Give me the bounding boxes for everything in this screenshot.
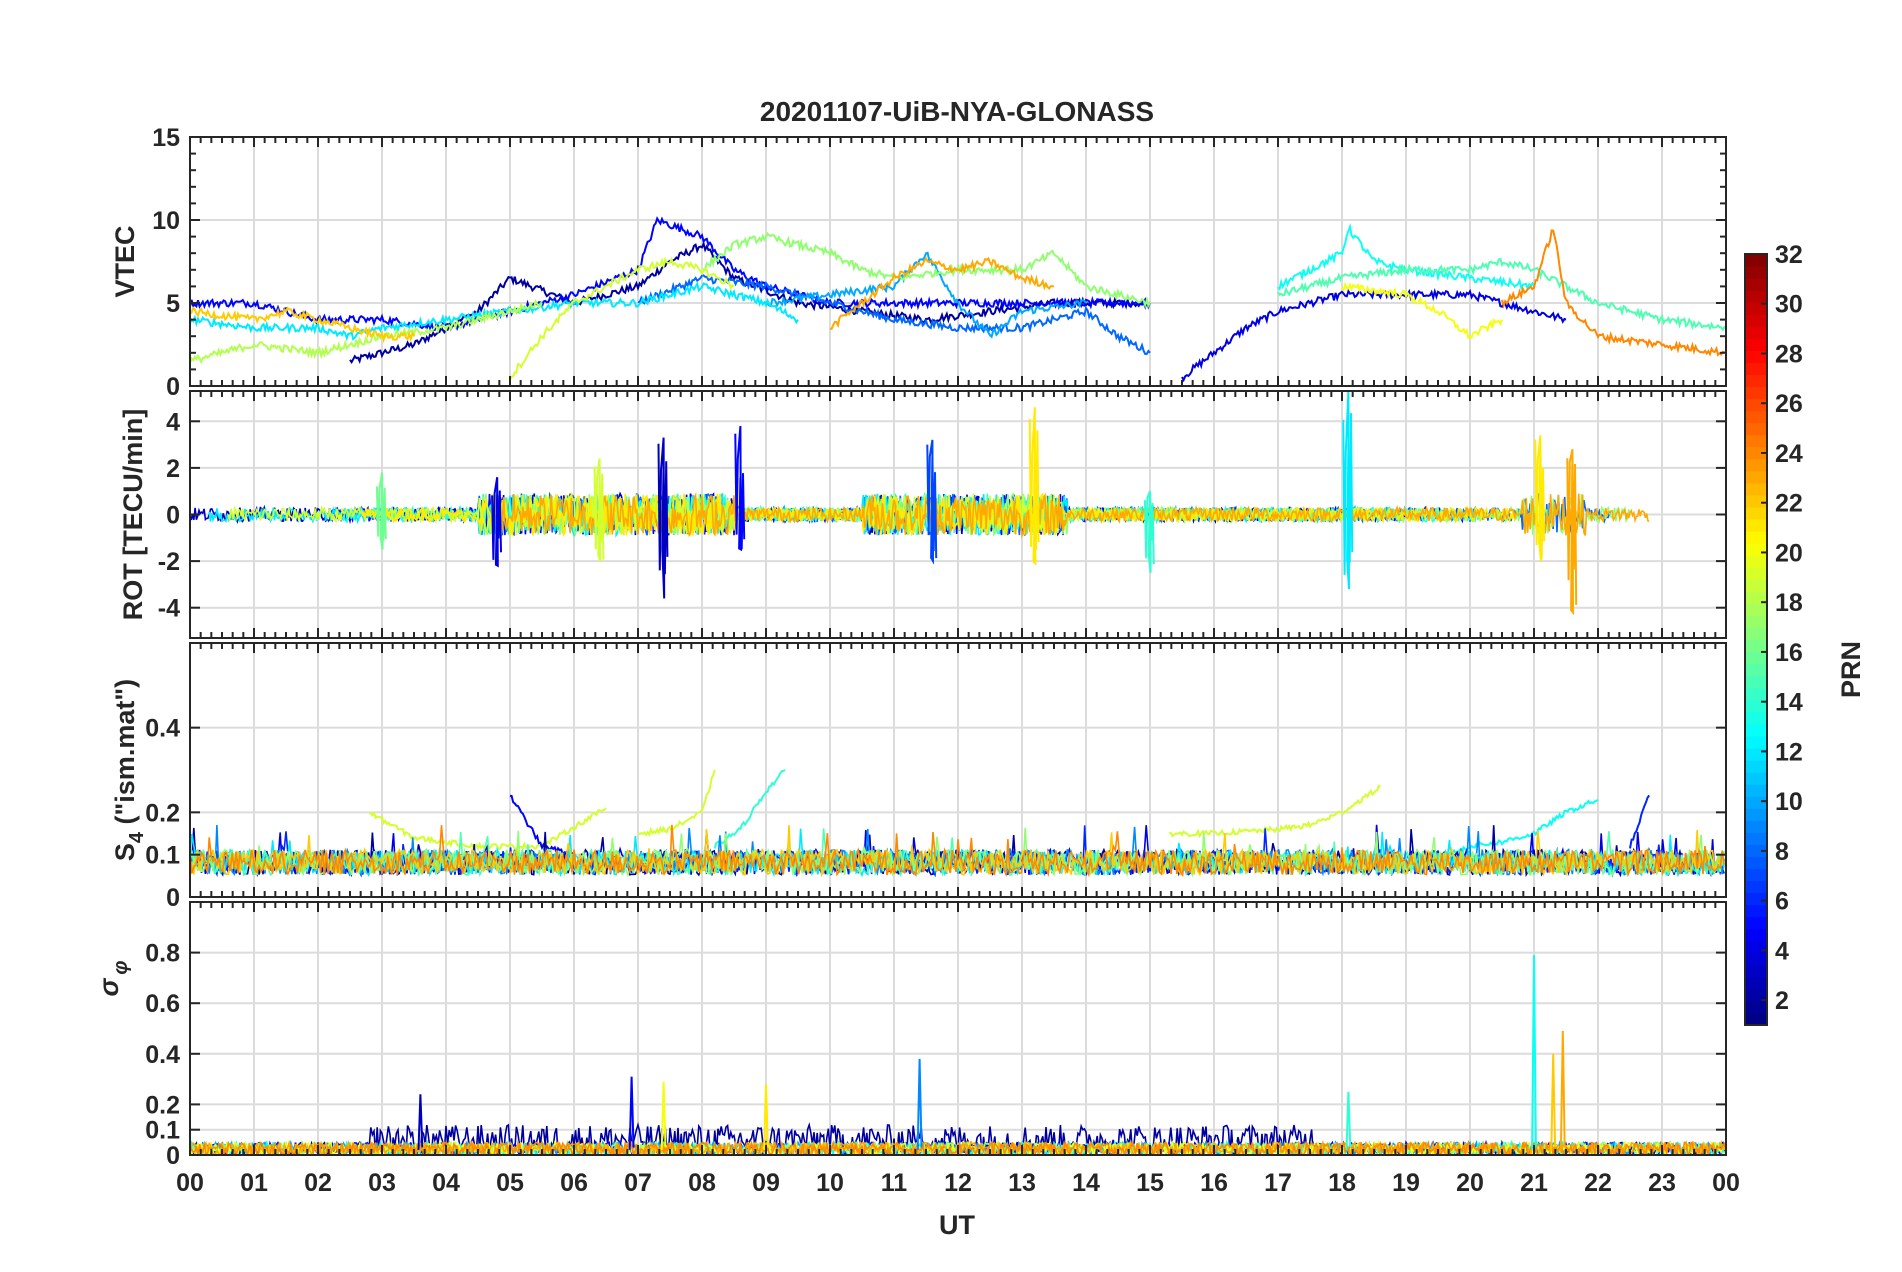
x-tick-label: 11 — [881, 1169, 908, 1197]
x-tick-label: 07 — [624, 1169, 652, 1197]
colorbar-tick-label: 12 — [1775, 738, 1803, 766]
colorbar: 2468101214161820222426283032PRN — [1744, 241, 1866, 1026]
x-tick-label: 08 — [688, 1169, 716, 1197]
y-tick-label: 10 — [152, 207, 180, 235]
x-tick-label: 04 — [432, 1169, 460, 1197]
panel-sigma_phi: 00.10.2 0.4 0.6 0.8 σφ — [94, 901, 1727, 1170]
y-tick-label: -2 — [158, 548, 180, 576]
y-axis-label: σφ — [94, 961, 132, 997]
colorbar-tick-label: 20 — [1775, 539, 1803, 567]
colorbar-tick-label: 32 — [1775, 241, 1803, 269]
colorbar-tick-label: 6 — [1775, 888, 1789, 916]
colorbar-tick-label: 30 — [1775, 291, 1803, 319]
x-tick-label: 06 — [560, 1169, 588, 1197]
colorbar-tick-label: 22 — [1775, 490, 1803, 518]
y-tick-label: 0.1 — [145, 842, 180, 870]
y-tick-label: 2 — [166, 455, 180, 483]
x-tick-label: 13 — [1008, 1169, 1036, 1197]
y-tick-label: 5 — [166, 290, 180, 318]
y-tick-label: 0 — [166, 884, 180, 912]
colorbar-tick-label: 10 — [1775, 788, 1803, 816]
y-axis-label: ROT [TECU/min] — [118, 409, 148, 620]
x-tick-label: 22 — [1584, 1169, 1612, 1197]
colorbar-tick-label: 26 — [1775, 390, 1803, 418]
chart: 20201107-UiB-NYA-GLONASS 051015VTEC-4-20… — [94, 96, 1866, 1240]
x-tick-label: 05 — [496, 1169, 524, 1197]
y-axis-label: VTEC — [110, 225, 140, 297]
y-tick-label: 0.8 — [145, 940, 180, 968]
colorbar-tick-label: 8 — [1775, 838, 1789, 866]
x-tick-label: 17 — [1264, 1169, 1292, 1197]
y-tick-label: 0.2 — [145, 1091, 180, 1119]
y-tick-label: 0.6 — [145, 990, 180, 1018]
y-tick-label: 0 — [166, 502, 180, 530]
y-tick-label: 0 — [166, 1142, 180, 1170]
y-tick-label: 15 — [152, 124, 180, 152]
x-tick-label: 01 — [240, 1169, 268, 1197]
x-tick-label: 15 — [1136, 1169, 1164, 1197]
panels: 051015VTEC-4-2024ROT [TECU/min]00.10.20.… — [94, 124, 1727, 1170]
y-tick-label: 0.4 — [145, 1041, 180, 1069]
colorbar-tick-label: 2 — [1775, 987, 1789, 1015]
colorbar-tick-label: 4 — [1775, 937, 1789, 965]
colorbar-tick-label: 28 — [1775, 340, 1803, 368]
x-axis: 00 01 02 03 04 05 06 07 08 09 10 11 12 13 14 15 16 17 18 19… — [176, 1169, 1740, 1197]
x-tick-label: 14 — [1072, 1169, 1100, 1197]
y-tick-label: 0.4 — [145, 715, 180, 743]
x-tick-label: 20 — [1456, 1169, 1484, 1197]
x-tick-label: 00 — [1712, 1169, 1740, 1197]
x-tick-label: 10 — [816, 1169, 844, 1197]
chart-title: 20201107-UiB-NYA-GLONASS — [760, 96, 1154, 127]
panel-s4: 0 0.1 0.2 0.4S4 ("ism.mat") — [110, 642, 1727, 912]
panel-rot: -4 -2 0 2 4 ROT [TECU/min] — [118, 390, 1727, 639]
x-tick-label: 02 — [304, 1169, 332, 1197]
y-tick-label: 4 — [166, 408, 180, 436]
x-tick-label: 00 — [176, 1169, 204, 1197]
x-tick-label: 19 — [1392, 1169, 1420, 1197]
x-tick-label: 21 — [1520, 1169, 1548, 1197]
colorbar-tick-label: 24 — [1775, 440, 1803, 468]
colorbar-tick-label: 18 — [1775, 589, 1803, 617]
x-tick-label: 03 — [368, 1169, 396, 1197]
x-tick-label: 12 — [944, 1169, 972, 1197]
y-tick-label: -4 — [158, 595, 180, 623]
y-tick-label: 0.1 — [145, 1117, 180, 1145]
x-tick-label: 18 — [1328, 1169, 1356, 1197]
x-tick-label: 16 — [1200, 1169, 1228, 1197]
x-tick-label: 23 — [1648, 1169, 1676, 1197]
panel-vtec: 0 5 10 15 VTEC — [110, 124, 1727, 401]
colorbar-tick-label: 14 — [1775, 689, 1803, 717]
y-tick-label: 0 — [166, 373, 180, 401]
y-tick-label: 0.2 — [145, 799, 180, 827]
y-axis-label: S4 ("ism.mat") — [110, 679, 148, 861]
x-tick-label: 09 — [752, 1169, 780, 1197]
x-axis-label: UT — [939, 1210, 975, 1240]
colorbar-label: PRN — [1836, 641, 1866, 698]
colorbar-tick-label: 16 — [1775, 639, 1803, 667]
